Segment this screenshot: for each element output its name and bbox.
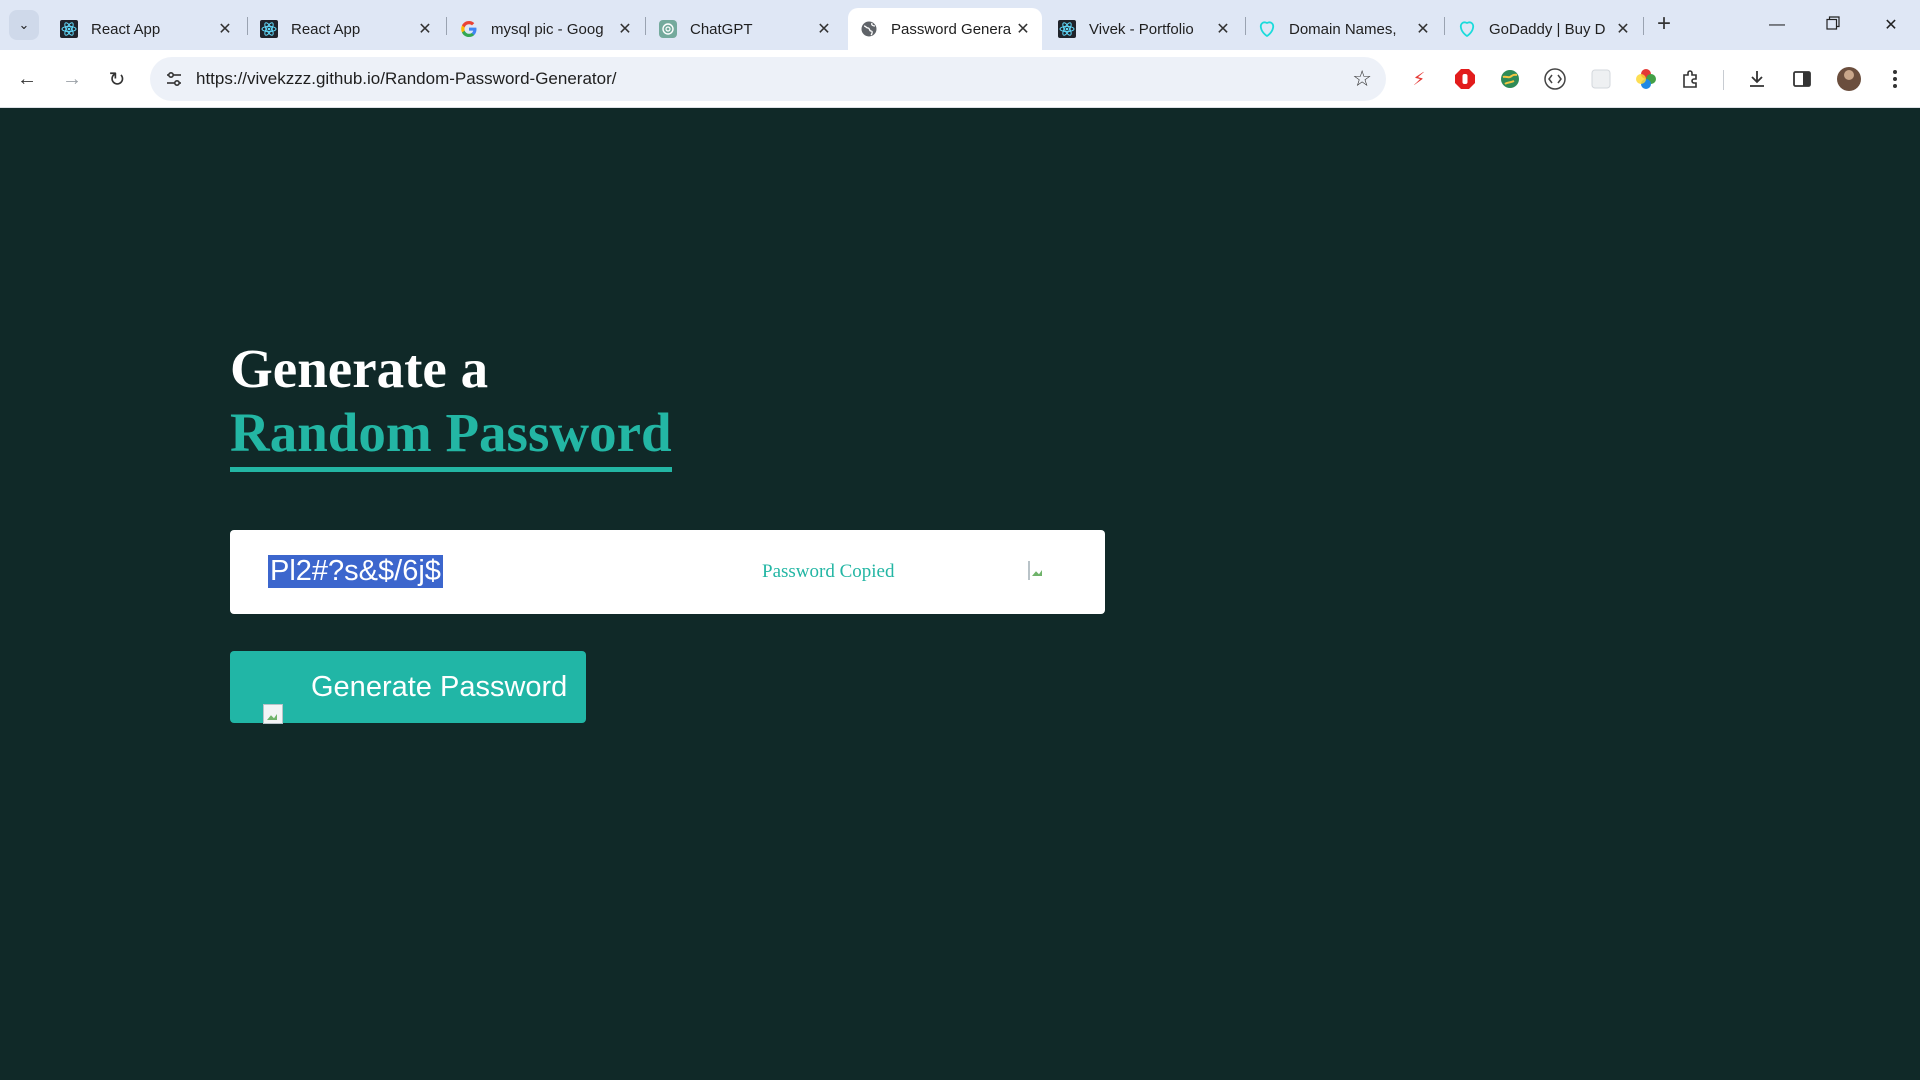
- blank-extension-icon[interactable]: [1589, 67, 1613, 91]
- tab-title: ChatGPT: [690, 20, 753, 38]
- react-icon: [60, 20, 78, 38]
- tab-title: GoDaddy | Buy D: [1489, 20, 1606, 38]
- react-icon: [260, 20, 278, 38]
- close-icon[interactable]: ✕: [616, 19, 634, 39]
- tab-title: mysql pic - Goog: [491, 20, 604, 38]
- tab-password-generator[interactable]: Password Genera ✕: [848, 8, 1042, 50]
- restore-icon: [1826, 15, 1840, 35]
- plus-icon: +: [1656, 10, 1671, 37]
- tab-title: React App: [291, 20, 361, 38]
- reload-button[interactable]: ↻: [102, 64, 132, 94]
- tab-divider: [1444, 17, 1445, 35]
- reload-icon: ↻: [108, 68, 126, 91]
- tab-title: React App: [91, 20, 161, 38]
- minimize-icon: —: [1769, 16, 1785, 33]
- close-icon[interactable]: ✕: [216, 19, 234, 39]
- tab-react-app-1[interactable]: React App ✕: [48, 8, 244, 50]
- color-picker-extension-icon[interactable]: [1634, 67, 1658, 91]
- tab-vivek-portfolio[interactable]: Vivek - Portfolio ✕: [1046, 8, 1242, 50]
- globe-extension-icon[interactable]: [1498, 67, 1522, 91]
- copied-message: Password Copied: [762, 561, 895, 582]
- tab-divider: [446, 17, 447, 35]
- profile-avatar[interactable]: [1837, 67, 1861, 91]
- password-value[interactable]: Pl2#?s&$/6j$: [268, 555, 443, 588]
- address-bar[interactable]: https://vivekzzz.github.io/Random-Passwo…: [150, 57, 1386, 101]
- code-extension-icon[interactable]: [1543, 67, 1567, 91]
- extensions-puzzle-icon[interactable]: [1679, 67, 1703, 91]
- download-icon[interactable]: [1745, 67, 1769, 91]
- generate-password-button[interactable]: Generate Password: [230, 651, 586, 724]
- godaddy-icon: [1258, 20, 1276, 38]
- browser-toolbar: ← → ↻ https://vivekzzz.github.io/Random-…: [0, 50, 1920, 108]
- generate-icon: [263, 704, 283, 724]
- globe-icon: [860, 20, 878, 38]
- adblock-extension-icon[interactable]: [1453, 67, 1477, 91]
- generate-button-label: Generate Password: [311, 671, 568, 703]
- tab-domain-names[interactable]: Domain Names, ✕: [1246, 8, 1442, 50]
- close-icon[interactable]: ✕: [1614, 19, 1632, 39]
- page-title-accent: Random Password: [230, 401, 672, 472]
- bookmark-star-icon[interactable]: ☆: [1352, 66, 1372, 92]
- site-settings-icon[interactable]: [164, 69, 184, 89]
- new-tab-button[interactable]: +: [1651, 12, 1677, 38]
- tab-mysql-pic[interactable]: mysql pic - Goog ✕: [448, 8, 644, 50]
- copy-icon[interactable]: [1028, 561, 1030, 580]
- tab-divider: [645, 17, 646, 35]
- restore-button[interactable]: [1813, 10, 1853, 40]
- tab-chatgpt[interactable]: ChatGPT ✕: [647, 8, 843, 50]
- close-icon: ✕: [1884, 17, 1898, 34]
- chatgpt-icon: [659, 20, 677, 38]
- tab-title: Password Genera: [891, 20, 1012, 38]
- side-panel-icon[interactable]: [1790, 67, 1814, 91]
- close-icon[interactable]: ✕: [1414, 19, 1432, 39]
- chevron-down-icon: ⌄: [18, 17, 30, 32]
- tab-strip: ⌄ React App ✕ React App ✕ mysql pic - Go…: [0, 0, 1920, 50]
- toolbar-divider: [1723, 70, 1724, 90]
- forward-button[interactable]: →: [57, 64, 87, 94]
- tab-title: Vivek - Portfolio: [1089, 20, 1194, 38]
- tab-title: Domain Names,: [1289, 20, 1397, 38]
- close-icon[interactable]: ✕: [1014, 19, 1032, 39]
- tab-divider: [1643, 17, 1644, 35]
- arrow-left-icon: ←: [17, 67, 37, 90]
- lightning-extension-icon[interactable]: ⚡: [1407, 67, 1431, 91]
- tab-search-button[interactable]: ⌄: [9, 10, 39, 40]
- tab-react-app-2[interactable]: React App ✕: [248, 8, 444, 50]
- page-title: Generate a: [230, 338, 489, 399]
- google-icon: [460, 20, 478, 38]
- url-text[interactable]: https://vivekzzz.github.io/Random-Passwo…: [196, 69, 616, 89]
- close-icon[interactable]: ✕: [815, 19, 833, 39]
- minimize-button[interactable]: —: [1757, 10, 1797, 40]
- back-button[interactable]: ←: [12, 64, 42, 94]
- tab-godaddy[interactable]: GoDaddy | Buy D ✕: [1446, 8, 1642, 50]
- close-window-button[interactable]: ✕: [1871, 10, 1911, 40]
- react-icon: [1058, 20, 1076, 38]
- menu-kebab-icon[interactable]: [1883, 67, 1907, 91]
- close-icon[interactable]: ✕: [1214, 19, 1232, 39]
- godaddy-icon: [1458, 20, 1476, 38]
- arrow-right-icon: →: [62, 67, 82, 90]
- close-icon[interactable]: ✕: [416, 19, 434, 39]
- password-display: Pl2#?s&$/6j$ Password Copied: [230, 530, 1105, 614]
